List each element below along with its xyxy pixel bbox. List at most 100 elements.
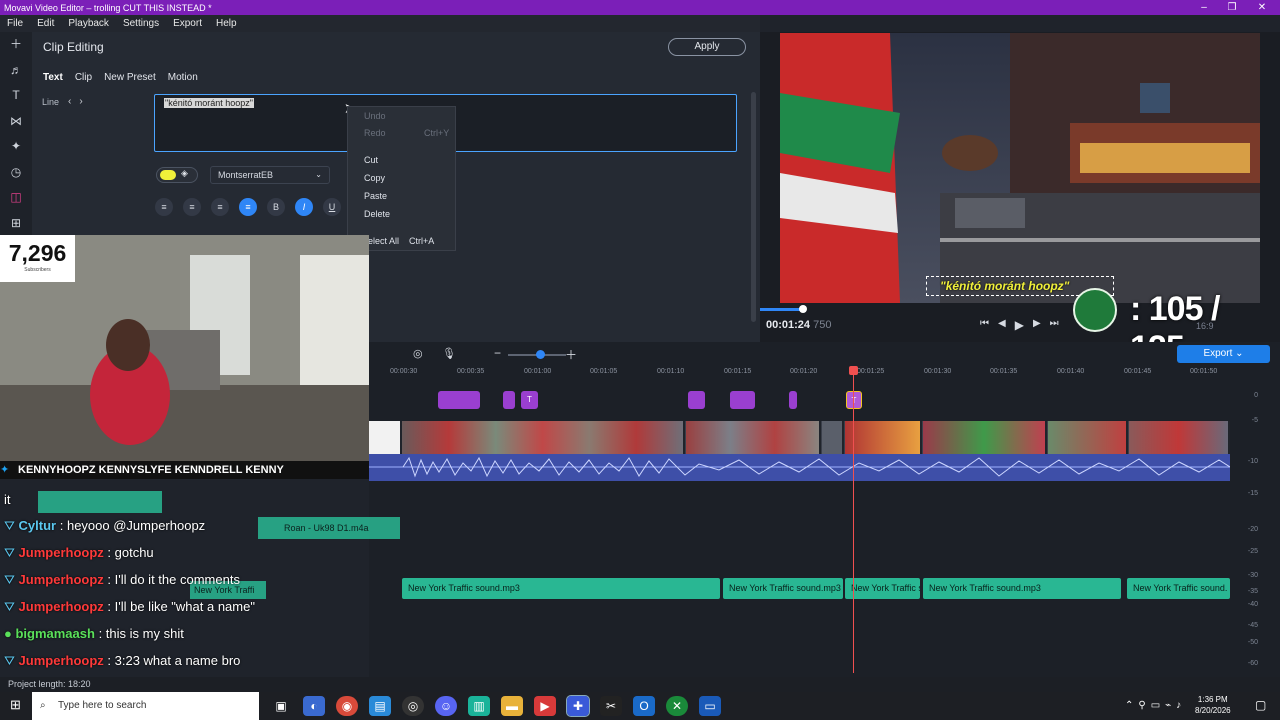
skip-start-icon[interactable]: ⏮ xyxy=(980,318,989,332)
video-app-icon[interactable]: ▶ xyxy=(534,696,556,716)
menu-item-copy[interactable]: Copy xyxy=(364,173,385,183)
title-clip[interactable] xyxy=(688,391,705,409)
title-clip[interactable] xyxy=(438,391,480,409)
line-nav[interactable]: ‹› xyxy=(68,96,91,107)
discord-icon[interactable]: ☺ xyxy=(435,696,457,716)
export-button[interactable]: Export ⌄ xyxy=(1177,345,1270,363)
zoom-out-icon[interactable]: − xyxy=(494,346,501,360)
menu-item-paste[interactable]: Paste xyxy=(364,191,387,201)
title-clip[interactable] xyxy=(730,391,755,409)
fill-bucket-icon[interactable]: ◈ xyxy=(181,168,188,179)
speed-icon[interactable]: ◷ xyxy=(11,160,21,186)
title-clip[interactable] xyxy=(503,391,515,409)
preview-progress[interactable] xyxy=(760,308,803,311)
clip-audio-waveform[interactable] xyxy=(369,454,1231,481)
close-button[interactable]: ✕ xyxy=(1246,0,1278,15)
playhead[interactable] xyxy=(853,368,854,673)
title-clip[interactable] xyxy=(789,391,797,409)
audio-clip[interactable]: New York Traffic sound. xyxy=(1127,578,1230,599)
align-right-icon[interactable]: ≡ xyxy=(183,198,201,216)
underline-icon[interactable]: U xyxy=(323,198,341,216)
audio-clip[interactable]: New York Traffic sound.mp3 xyxy=(402,578,720,599)
audio-clip[interactable]: New York Traffic s xyxy=(845,578,920,599)
outlook-icon[interactable]: O xyxy=(633,696,655,716)
more-tools-icon[interactable]: ⊞ xyxy=(11,211,21,237)
video-clip[interactable] xyxy=(686,421,821,454)
audio-clip[interactable]: New York Traffic sound.mp3 xyxy=(723,578,843,599)
tab-text[interactable]: Text xyxy=(43,72,63,83)
video-clip[interactable] xyxy=(1129,421,1230,454)
task-view-icon[interactable]: ▣ xyxy=(270,696,292,716)
capcut-icon[interactable]: ✂ xyxy=(600,696,622,716)
skip-end-icon[interactable]: ⏭ xyxy=(1050,318,1059,332)
video-clip[interactable] xyxy=(822,421,844,454)
copilot-icon[interactable]: ◐ xyxy=(303,696,325,716)
preview-scrubber[interactable] xyxy=(799,305,807,313)
taskbar-clock[interactable]: 1:36 PM 8/20/2026 xyxy=(1195,694,1231,716)
justify-icon[interactable]: ≡ xyxy=(211,198,229,216)
timeline-ruler[interactable]: 00:00:30 00:00:35 00:01:00 00:01:05 00:0… xyxy=(369,364,1229,380)
menu-export[interactable]: Export xyxy=(166,18,209,29)
tab-motion[interactable]: Motion xyxy=(168,72,198,83)
zoom-handle[interactable] xyxy=(536,350,545,359)
music-icon[interactable]: ♬ xyxy=(10,58,22,84)
obs-icon[interactable]: ◎ xyxy=(402,696,424,716)
tab-clip[interactable]: Clip xyxy=(75,72,92,83)
video-clip[interactable] xyxy=(845,421,922,454)
chevron-left-icon[interactable]: ‹ xyxy=(68,96,79,107)
line-label: Line xyxy=(42,97,60,107)
app-icon[interactable]: ▥ xyxy=(468,696,490,716)
selected-title-clip[interactable]: T xyxy=(846,391,862,409)
title-clip[interactable]: T xyxy=(521,391,538,409)
chevron-right-icon[interactable]: › xyxy=(79,96,90,107)
video-clip[interactable] xyxy=(402,421,685,454)
record-voice-icon[interactable]: 🎙 xyxy=(442,347,456,360)
movavi-icon[interactable]: ✚ xyxy=(566,695,590,717)
xbox-icon[interactable]: ✕ xyxy=(666,696,688,716)
menu-edit[interactable]: Edit xyxy=(30,18,61,29)
restore-button[interactable]: ❐ xyxy=(1216,0,1248,15)
video-clip[interactable] xyxy=(923,421,1047,454)
italic-icon[interactable]: I xyxy=(295,198,313,216)
text-color-swatch[interactable] xyxy=(160,170,176,180)
filters-icon[interactable]: ✦ xyxy=(11,134,21,160)
transition-icon[interactable]: ⋈ xyxy=(10,109,22,135)
play-icon[interactable]: ▶ xyxy=(1015,318,1024,332)
align-left-icon[interactable]: ≡ xyxy=(155,198,173,216)
bold-icon[interactable]: B xyxy=(267,198,285,216)
menu-settings[interactable]: Settings xyxy=(116,18,166,29)
chevron-down-icon[interactable]: ⌄ xyxy=(1235,348,1243,359)
menu-item-delete[interactable]: Delete xyxy=(364,209,390,219)
video-clip[interactable] xyxy=(1048,421,1128,454)
stickers-icon[interactable]: ◫ xyxy=(10,185,21,211)
align-center-icon[interactable]: ≡ xyxy=(239,198,257,216)
video-clip[interactable] xyxy=(369,421,402,454)
video-preview[interactable] xyxy=(780,33,1260,303)
tab-new-preset[interactable]: New Preset xyxy=(104,72,156,83)
menu-playback[interactable]: Playback xyxy=(61,18,116,29)
frame-back-icon[interactable]: ◀ xyxy=(998,318,1006,332)
snapshot-icon[interactable]: ◎ xyxy=(413,347,423,360)
menu-file[interactable]: File xyxy=(0,18,30,29)
add-icon[interactable]: ＋ xyxy=(10,32,22,58)
store-icon[interactable]: ▤ xyxy=(369,696,391,716)
audio-clip[interactable]: New York Traffic sound.mp3 xyxy=(923,578,1121,599)
chrome-icon[interactable]: ◉ xyxy=(336,696,358,716)
menu-item-cut[interactable]: Cut xyxy=(364,155,378,165)
app-window-icon[interactable]: ▭ xyxy=(699,696,721,716)
apply-button[interactable]: Apply xyxy=(668,38,746,56)
explorer-icon[interactable]: ▬ xyxy=(501,696,523,716)
title-icon[interactable]: T xyxy=(12,83,19,109)
windows-start-icon[interactable]: ⊞ xyxy=(10,697,21,713)
panel-scrollbar[interactable] xyxy=(751,92,756,322)
menu-item-select-all[interactable]: elect All Ctrl+A xyxy=(368,236,434,246)
taskbar-search[interactable]: ⌕ Type here to search xyxy=(32,692,259,720)
playhead-handle[interactable] xyxy=(849,366,858,375)
notification-icon[interactable]: ▢ xyxy=(1255,698,1266,712)
system-tray[interactable]: ⌃⚲▭⌁♪ xyxy=(1125,692,1186,720)
zoom-in-icon[interactable]: ＋ xyxy=(565,346,577,363)
font-select[interactable]: MontserratEB ⌄ xyxy=(210,166,330,184)
selected-text[interactable]: "kénitó moránt hoopz" xyxy=(164,98,254,108)
frame-forward-icon[interactable]: ▶ xyxy=(1033,318,1041,332)
menu-help[interactable]: Help xyxy=(209,18,244,29)
